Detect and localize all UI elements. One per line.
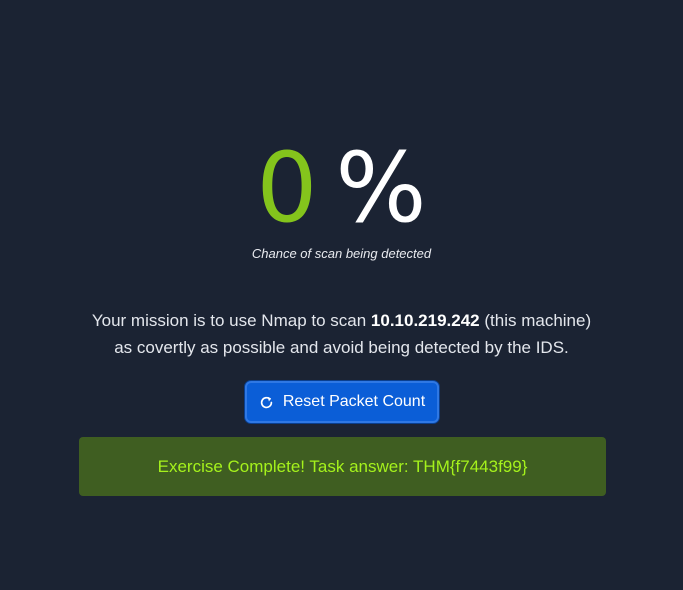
detection-caption: Chance of scan being detected xyxy=(251,246,432,261)
mission-prefix: Your mission is to use Nmap to scan xyxy=(91,311,371,330)
detection-readout: 0% xyxy=(0,138,683,238)
mission-line-1: Your mission is to use Nmap to scan 10.1… xyxy=(0,307,683,334)
mission-suffix: (this machine) xyxy=(479,311,592,330)
refresh-icon xyxy=(259,395,274,410)
mission-text: Your mission is to use Nmap to scan 10.1… xyxy=(0,307,683,361)
percent-sign: % xyxy=(335,132,427,244)
reset-packet-count-button[interactable]: Reset Packet Count xyxy=(245,381,439,423)
detection-percentage-value: 0 xyxy=(256,132,318,244)
target-ip: 10.10.219.242 xyxy=(370,311,480,330)
task-answer-message: Exercise Complete! Task answer: THM{f744… xyxy=(157,456,528,476)
mission-line-2: as covertly as possible and avoid being … xyxy=(114,338,569,357)
success-alert: Exercise Complete! Task answer: THM{f744… xyxy=(79,437,606,496)
reset-button-label: Reset Packet Count xyxy=(282,393,426,410)
